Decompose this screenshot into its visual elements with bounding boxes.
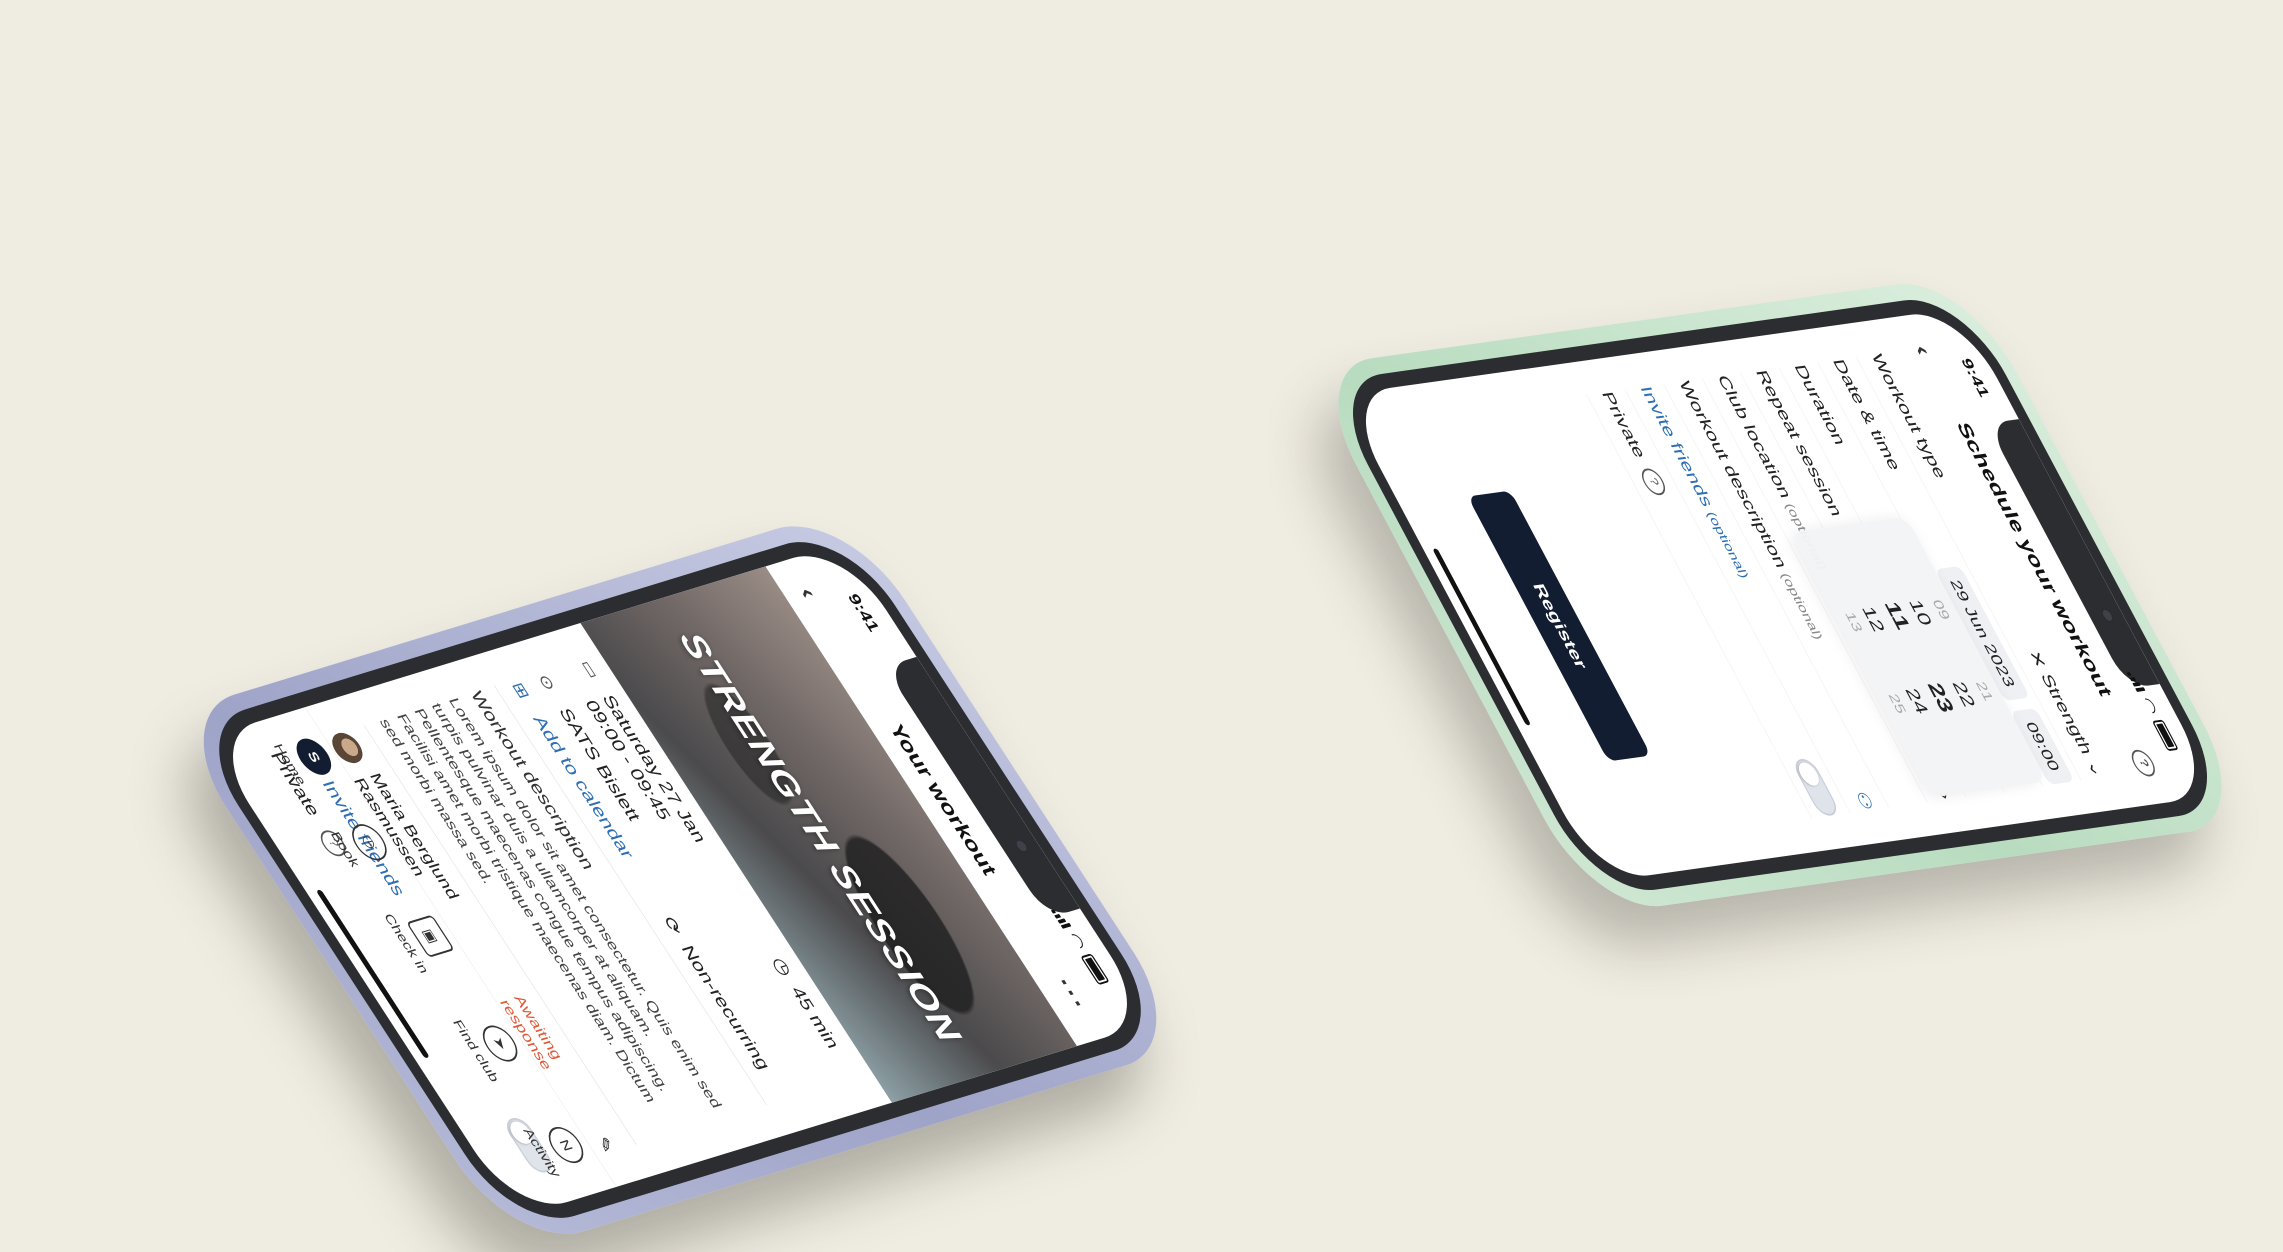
help-icon[interactable]: ? xyxy=(2127,748,2160,778)
repeat-icon: ⟳ xyxy=(658,914,687,937)
edit-icon[interactable]: ✎ xyxy=(592,1135,618,1155)
picker-hours[interactable]: 09 10 11 12 13 xyxy=(1839,595,1955,637)
phone-bezel: 9:41 ◠ ‹ Schedule your workout ? Workout… xyxy=(1323,292,2237,898)
phone-bezel: 9:41 ◠ ‹ Your workout ··· STRENGTH SESSI… xyxy=(187,526,1173,1234)
dumbbell-icon: ✕ xyxy=(2024,649,2051,670)
wifi-icon: ◠ xyxy=(2138,697,2162,715)
help-icon[interactable]: ? xyxy=(1637,467,1670,497)
register-button[interactable]: Register xyxy=(1467,490,1652,762)
phone-screen: 9:41 ◠ ‹ Schedule your workout ? Workout… xyxy=(1341,307,2219,883)
phone-schedule-workout: 9:41 ◠ ‹ Schedule your workout ? Workout… xyxy=(1304,274,2256,916)
picker-minutes[interactable]: 21 22 23 24 25 xyxy=(1882,676,1999,720)
more-options-button[interactable]: ··· xyxy=(1050,975,1094,1014)
location-pin-icon: ⊙ xyxy=(534,672,560,693)
battery-icon xyxy=(1080,953,1110,986)
battery-icon xyxy=(2151,719,2179,752)
mockup-scene: 9:41 ◠ ‹ Your workout ··· STRENGTH SESSI… xyxy=(0,0,2283,1252)
calendar-add-icon: ⊞ xyxy=(508,680,534,701)
wifi-icon: ◠ xyxy=(1064,931,1090,951)
chevron-down-icon: ⌄ xyxy=(2082,758,2109,779)
back-button[interactable]: ‹ xyxy=(794,585,822,601)
phone-workout-detail: 9:41 ◠ ‹ Your workout ··· STRENGTH SESSI… xyxy=(166,507,1194,1252)
back-button[interactable]: ‹ xyxy=(1909,344,1937,357)
calendar-icon: ▭ xyxy=(576,658,604,681)
add-user-icon[interactable]: ⚇ xyxy=(1850,790,1878,811)
tab-book[interactable]: ◷ Book xyxy=(327,820,394,869)
phone-screen: 9:41 ◠ ‹ Your workout ··· STRENGTH SESSI… xyxy=(205,542,1155,1218)
